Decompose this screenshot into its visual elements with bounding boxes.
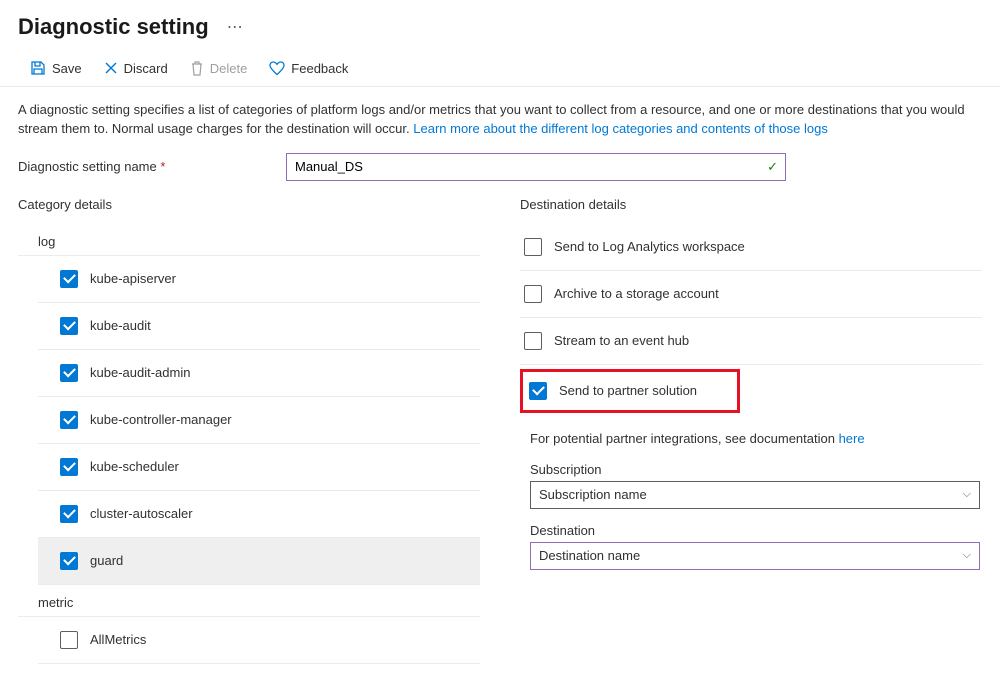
- log-category-row[interactable]: kube-audit-admin: [38, 350, 480, 397]
- destination-option-row[interactable]: Send to Log Analytics workspace: [520, 224, 982, 271]
- save-icon: [30, 60, 46, 76]
- destination-select-label: Destination: [530, 523, 982, 538]
- partner-solution-block: For potential partner integrations, see …: [520, 417, 982, 570]
- category-column: Category details log kube-apiserver kube-…: [18, 197, 480, 664]
- save-button[interactable]: Save: [28, 58, 84, 78]
- category-checkbox[interactable]: [60, 458, 78, 476]
- destination-checkbox[interactable]: [524, 238, 542, 256]
- category-label: kube-controller-manager: [90, 412, 232, 427]
- category-label: kube-scheduler: [90, 459, 179, 474]
- category-checkbox[interactable]: [60, 317, 78, 335]
- destination-label: Archive to a storage account: [554, 286, 719, 301]
- discard-button[interactable]: Discard: [102, 59, 170, 78]
- category-checkbox[interactable]: [60, 270, 78, 288]
- metric-group-label: metric: [18, 585, 480, 617]
- destination-checkbox[interactable]: [524, 285, 542, 303]
- partner-doc-link[interactable]: here: [839, 431, 865, 446]
- save-label: Save: [52, 61, 82, 76]
- chevron-down-icon: ⌵: [963, 488, 971, 501]
- category-header: Category details: [18, 197, 480, 212]
- trash-icon: [190, 61, 204, 76]
- page-title: Diagnostic setting: [18, 14, 209, 40]
- close-icon: [104, 61, 118, 75]
- subscription-label: Subscription: [530, 462, 982, 477]
- log-category-row[interactable]: guard: [38, 538, 480, 585]
- destination-label: Send to Log Analytics workspace: [554, 239, 745, 254]
- destination-header: Destination details: [520, 197, 982, 212]
- category-label: AllMetrics: [90, 632, 146, 647]
- subscription-value: Subscription name: [539, 487, 647, 502]
- chevron-down-icon: ⌵: [963, 549, 971, 562]
- log-category-row[interactable]: kube-apiserver: [38, 256, 480, 303]
- destination-column: Destination details Send to Log Analytic…: [520, 197, 982, 584]
- destination-label: Send to partner solution: [559, 383, 697, 398]
- category-label: kube-apiserver: [90, 271, 176, 286]
- category-checkbox[interactable]: [60, 364, 78, 382]
- category-label: cluster-autoscaler: [90, 506, 193, 521]
- category-checkbox[interactable]: [60, 631, 78, 649]
- setting-name-label: Diagnostic setting name *: [18, 159, 268, 174]
- setting-name-input[interactable]: [286, 153, 786, 181]
- learn-more-link[interactable]: Learn more about the different log categ…: [413, 121, 828, 136]
- more-menu-icon[interactable]: ⋯: [221, 17, 250, 37]
- toolbar: Save Discard Delete Feedback: [0, 48, 1000, 87]
- category-label: kube-audit: [90, 318, 151, 333]
- log-category-row[interactable]: kube-controller-manager: [38, 397, 480, 444]
- discard-label: Discard: [124, 61, 168, 76]
- destination-checkbox[interactable]: [524, 332, 542, 350]
- validation-check-icon: ✓: [767, 159, 778, 175]
- required-indicator: *: [160, 159, 165, 174]
- category-checkbox[interactable]: [60, 505, 78, 523]
- subscription-select[interactable]: Subscription name ⌵: [530, 481, 980, 509]
- destination-select[interactable]: Destination name ⌵: [530, 542, 980, 570]
- category-label: guard: [90, 553, 123, 568]
- heart-icon: [269, 61, 285, 76]
- destination-select-value: Destination name: [539, 548, 640, 563]
- metric-category-row[interactable]: AllMetrics: [38, 617, 480, 664]
- destination-option-row[interactable]: Send to partner solution: [520, 369, 740, 413]
- category-checkbox[interactable]: [60, 411, 78, 429]
- destination-option-row[interactable]: Archive to a storage account: [520, 271, 982, 318]
- log-group-label: log: [18, 224, 480, 256]
- feedback-label: Feedback: [291, 61, 348, 76]
- category-checkbox[interactable]: [60, 552, 78, 570]
- feedback-button[interactable]: Feedback: [267, 59, 350, 78]
- destination-option-row[interactable]: Stream to an event hub: [520, 318, 982, 365]
- partner-note: For potential partner integrations, see …: [524, 431, 982, 446]
- log-category-row[interactable]: kube-scheduler: [38, 444, 480, 491]
- delete-label: Delete: [210, 61, 248, 76]
- destination-label: Stream to an event hub: [554, 333, 689, 348]
- destination-checkbox[interactable]: [529, 382, 547, 400]
- category-label: kube-audit-admin: [90, 365, 190, 380]
- description-text: A diagnostic setting specifies a list of…: [18, 101, 978, 139]
- delete-button: Delete: [188, 59, 250, 78]
- log-category-row[interactable]: kube-audit: [38, 303, 480, 350]
- log-category-row[interactable]: cluster-autoscaler: [38, 491, 480, 538]
